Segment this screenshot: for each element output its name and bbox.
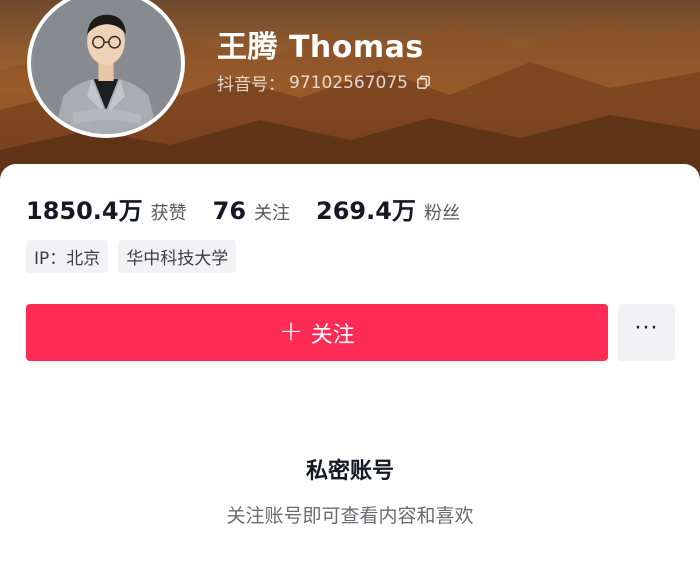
- follow-button[interactable]: + 关注: [26, 304, 608, 361]
- stat-label: 关注: [254, 203, 291, 224]
- stat-value: 76: [212, 197, 247, 225]
- tag-school[interactable]: 华中科技大学: [118, 240, 237, 273]
- stat-value: 269.4万: [316, 197, 416, 225]
- plus-icon: +: [279, 314, 303, 347]
- nickname: 王腾 Thomas: [217, 30, 424, 65]
- stats-row: 1850.4万 获赞 76 关注 269.4万 粉丝: [26, 191, 486, 226]
- copy-icon[interactable]: [416, 75, 431, 90]
- private-account-description: 关注账号即可查看内容和喜欢: [226, 505, 474, 527]
- douyin-id-value: 97102567075: [289, 72, 408, 93]
- private-account-title: 私密账号: [305, 459, 394, 484]
- douyin-id-row: 抖音号： 97102567075: [217, 70, 431, 95]
- stat-value: 1850.4万: [26, 197, 143, 225]
- avatar-photo: [35, 0, 177, 134]
- stat-likes[interactable]: 1850.4万 获赞: [26, 191, 187, 226]
- more-options-button[interactable]: ···: [618, 304, 675, 361]
- stat-label: 粉丝: [423, 203, 460, 224]
- stat-followers[interactable]: 269.4万 粉丝: [316, 191, 460, 226]
- stat-following[interactable]: 76 关注: [213, 197, 290, 225]
- more-icon: ···: [634, 315, 659, 341]
- douyin-id-label: 抖音号：: [217, 75, 285, 95]
- follow-button-label: 关注: [310, 322, 355, 348]
- tag-ip-location: IP：北京: [26, 240, 109, 273]
- profile-tags: IP：北京 华中科技大学: [26, 240, 237, 273]
- stat-label: 获赞: [150, 203, 187, 224]
